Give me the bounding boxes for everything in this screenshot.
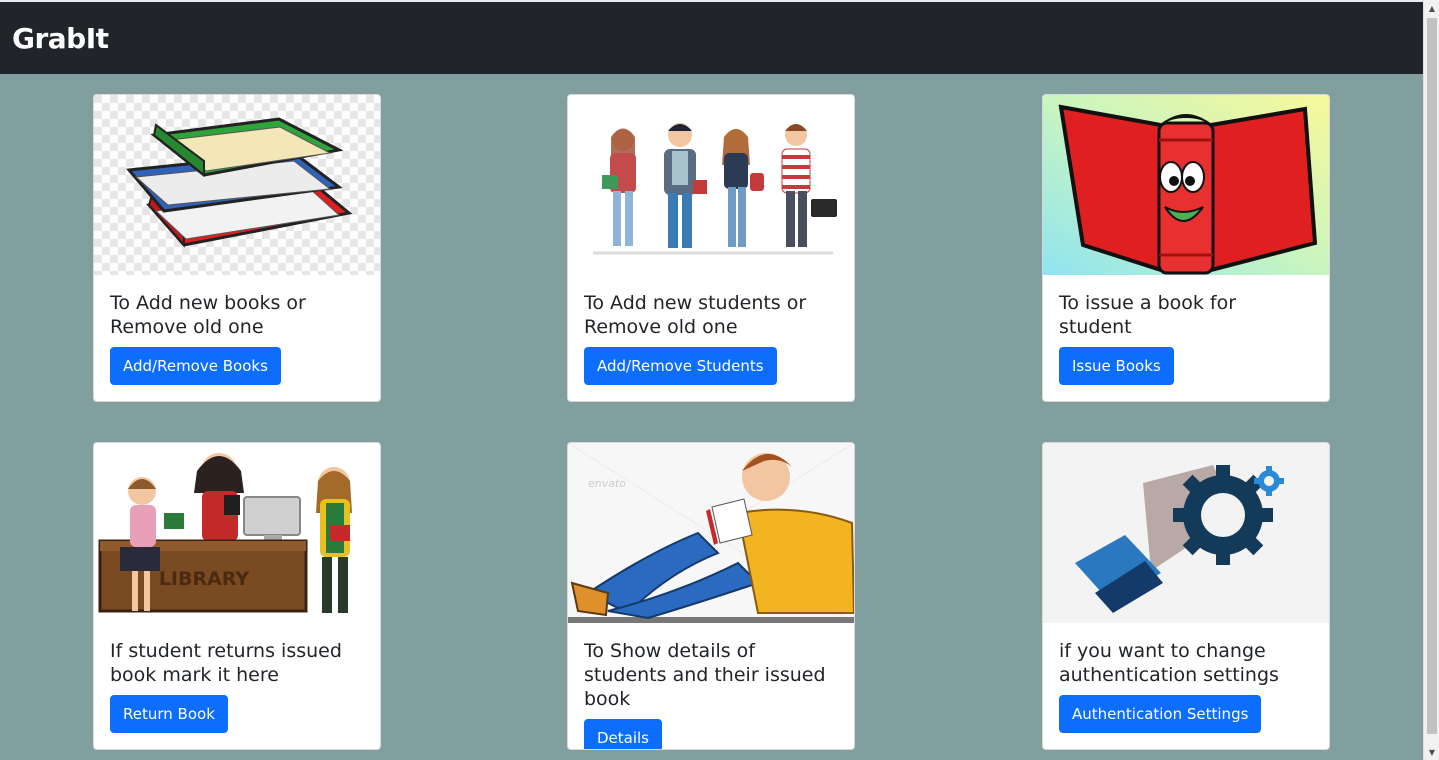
- watermark-text: envato: [588, 477, 626, 490]
- card-title: To issue a book for student: [1059, 292, 1237, 338]
- red-book-character-image: [1043, 95, 1329, 275]
- card-title: To Add new students or Remove old one: [584, 292, 807, 338]
- card-details: envato To Show details of students and t…: [567, 442, 855, 750]
- boy-reading-image: envato: [568, 443, 854, 623]
- card-title: if you want to change authentication set…: [1059, 640, 1279, 686]
- navbar: GrabIt: [0, 2, 1423, 74]
- card-title: If student returns issued book mark it h…: [110, 640, 342, 686]
- card-manage-students: To Add new students or Remove old one Ad…: [567, 94, 855, 402]
- add-remove-books-button[interactable]: Add/Remove Books: [110, 347, 281, 385]
- students-group-image: [568, 95, 854, 275]
- return-book-button[interactable]: Return Book: [110, 695, 228, 733]
- books-stack-image: [94, 95, 380, 275]
- scrollbar-thumb[interactable]: [1427, 18, 1437, 734]
- issue-books-button[interactable]: Issue Books: [1059, 347, 1174, 385]
- scroll-up-arrow-icon[interactable]: ▲: [1424, 0, 1439, 16]
- vertical-scrollbar[interactable]: ▲ ▼: [1423, 0, 1439, 760]
- card-return-book: LIBRARY If student returns issued book m…: [93, 442, 381, 750]
- card-issue-books: To issue a book for student Issue Books: [1042, 94, 1330, 402]
- scroll-down-arrow-icon[interactable]: ▼: [1424, 744, 1439, 760]
- add-remove-students-button[interactable]: Add/Remove Students: [584, 347, 777, 385]
- authentication-settings-button[interactable]: Authentication Settings: [1059, 695, 1262, 733]
- brand-logo[interactable]: GrabIt: [12, 22, 109, 55]
- details-button[interactable]: Details: [584, 719, 663, 749]
- card-title: To Add new books or Remove old one: [110, 292, 306, 338]
- library-sign-text: LIBRARY: [159, 568, 250, 590]
- hand-gear-image: [1043, 443, 1329, 623]
- library-counter-image: LIBRARY: [94, 443, 380, 623]
- card-title: To Show details of students and their is…: [584, 640, 826, 710]
- card-authentication: if you want to change authentication set…: [1042, 442, 1330, 750]
- card-manage-books: To Add new books or Remove old one Add/R…: [93, 94, 381, 402]
